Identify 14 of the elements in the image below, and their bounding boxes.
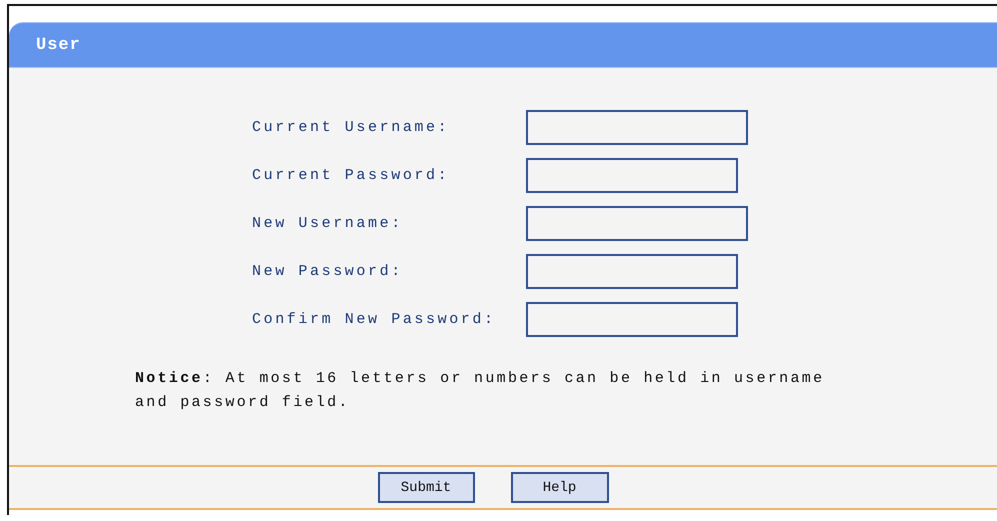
panel-title: User bbox=[36, 36, 81, 54]
notice-text: Notice: At most 16 letters or numbers can be held in username and password field. bbox=[135, 369, 826, 413]
field-label: New Username: bbox=[252, 215, 404, 232]
submit-button[interactable]: Submit bbox=[378, 472, 474, 503]
input-field[interactable] bbox=[526, 254, 738, 289]
field-label: Current Username: bbox=[252, 119, 450, 136]
input-field[interactable] bbox=[526, 158, 738, 193]
field-label: Confirm New Password: bbox=[252, 311, 497, 328]
field-label: New Password: bbox=[252, 263, 404, 280]
input-field[interactable] bbox=[526, 206, 748, 241]
field-label: Current Password: bbox=[252, 167, 450, 184]
input-field[interactable] bbox=[526, 302, 738, 337]
input-field[interactable] bbox=[526, 110, 748, 145]
help-button[interactable]: Help bbox=[510, 472, 608, 503]
